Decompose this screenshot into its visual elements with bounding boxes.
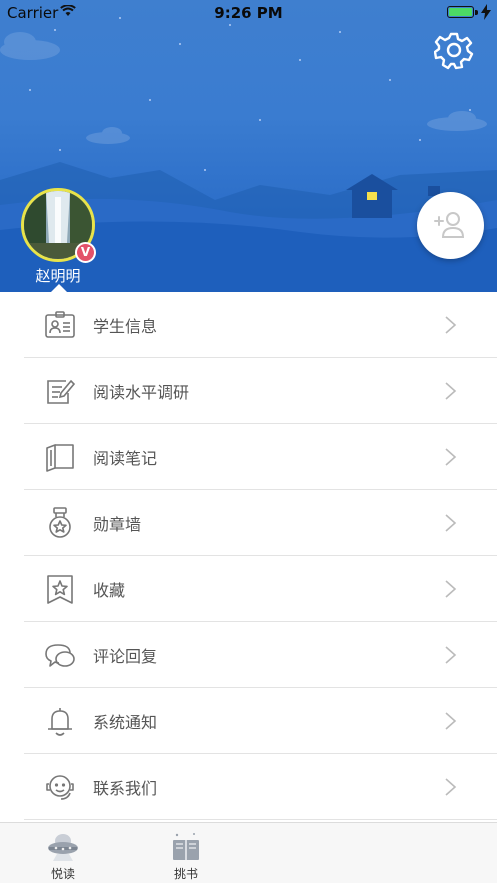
add-user-icon	[434, 212, 465, 238]
profile-screen: Carrier 9:26 PM V 赵明明 学生信息 阅读水平调研 阅读笔记 勋…	[0, 0, 497, 883]
book-stack-icon	[173, 833, 199, 860]
status-bar: Carrier 9:26 PM	[0, 0, 497, 26]
tab-pick-books[interactable]: 挑书	[151, 823, 221, 883]
menu-item-medal-wall[interactable]: 勋章墙	[0, 490, 497, 556]
chevron-right-icon	[445, 580, 457, 598]
menu-item-label: 收藏	[93, 581, 126, 600]
menu-item-reading-survey[interactable]: 阅读水平调研	[0, 358, 497, 424]
gear-icon	[433, 32, 474, 70]
chat-bubbles-icon	[45, 644, 75, 667]
add-friend-button[interactable]	[417, 192, 484, 259]
bell-icon	[48, 708, 72, 736]
menu-item-favorites[interactable]: 收藏	[0, 556, 497, 622]
menu-item-label: 阅读笔记	[93, 449, 158, 468]
menu-item-student-info[interactable]: 学生信息	[0, 292, 497, 358]
profile-header: Carrier 9:26 PM V 赵明明	[0, 0, 497, 292]
chevron-right-icon	[445, 382, 457, 400]
menu-item-reading-notes[interactable]: 阅读笔记	[0, 424, 497, 490]
ufo-icon	[48, 834, 78, 861]
menu-item-label: 勋章墙	[93, 515, 142, 534]
chevron-right-icon	[445, 646, 457, 664]
tab-label: 悦读	[50, 867, 75, 881]
menu-item-contact-us[interactable]: 联系我们	[0, 754, 497, 820]
chevron-right-icon	[445, 514, 457, 532]
menu-item-label: 联系我们	[93, 779, 158, 798]
tab-label: 挑书	[173, 867, 198, 881]
id-card-icon	[45, 311, 75, 338]
chevron-right-icon	[445, 316, 457, 334]
chevron-right-icon	[445, 778, 457, 796]
vip-badge: V	[75, 242, 96, 263]
book-notes-icon	[46, 444, 74, 472]
medal-icon	[49, 507, 71, 538]
avatar-pointer	[51, 284, 67, 292]
menu-item-comment-replies[interactable]: 评论回复	[0, 622, 497, 688]
divider	[24, 819, 497, 820]
menu-item-label: 阅读水平调研	[93, 383, 190, 402]
settings-button[interactable]	[433, 30, 474, 70]
tab-bar: 悦读 挑书	[0, 822, 497, 883]
username: 赵明明	[35, 267, 81, 285]
menu-item-label: 评论回复	[93, 647, 158, 666]
chevron-right-icon	[445, 448, 457, 466]
battery-icon	[447, 6, 474, 18]
menu-item-label: 系统通知	[93, 713, 158, 732]
battery-tip	[475, 10, 478, 15]
charging-icon	[481, 4, 491, 20]
tab-reading[interactable]: 悦读	[28, 823, 98, 883]
profile-menu: 学生信息 阅读水平调研 阅读笔记 勋章墙 收藏 评论回复 系统通知 联系我们	[0, 292, 497, 820]
survey-icon	[47, 379, 76, 404]
headset-icon	[46, 775, 74, 800]
menu-item-system-notifications[interactable]: 系统通知	[0, 688, 497, 754]
menu-item-label: 学生信息	[93, 317, 158, 336]
chevron-right-icon	[445, 712, 457, 730]
bookmark-star-icon	[47, 575, 73, 604]
clock: 9:26 PM	[214, 4, 283, 22]
